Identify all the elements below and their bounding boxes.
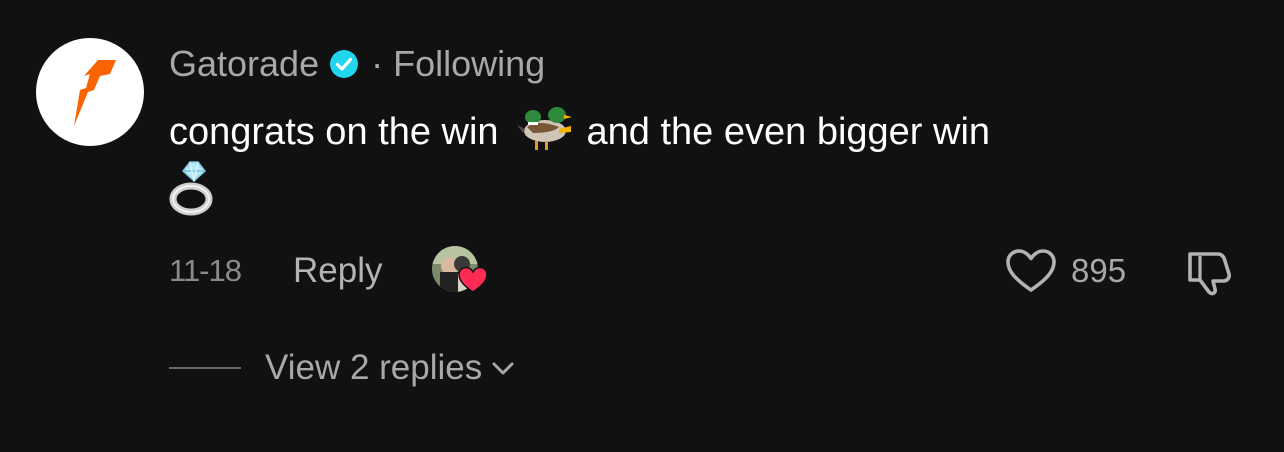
follow-status[interactable]: Following [393,43,545,85]
comment-text-part1: congrats on the win [169,110,499,153]
comment-date: 11-18 [169,253,242,288]
comment-header: Gatorade · Following [169,40,545,88]
view-replies-label: View 2 replies [265,348,483,387]
creator-liked-indicator[interactable] [432,246,490,296]
verified-badge-icon [329,49,359,79]
ring-emoji [169,159,217,227]
header-separator: · [371,43,384,84]
author-avatar[interactable] [36,38,144,146]
gatorade-bolt-logo [74,60,116,126]
like-count: 895 [1071,252,1127,289]
comment-text-line-1: congrats on the win and the even bigger … [169,103,990,161]
replies-divider [169,367,241,369]
comment-text-line-2 [169,160,217,226]
heart-outline-icon [1005,248,1057,294]
creator-liked-heart-icon [458,266,489,294]
chevron-down-icon [490,355,516,381]
comment-item: Gatorade · Following congrats on the win [0,0,1284,452]
thumbs-down-icon [1184,248,1238,296]
view-replies-button[interactable]: View 2 replies [169,345,516,391]
comment-text-part2: and the even bigger win [586,110,991,153]
reply-button[interactable]: Reply [293,251,382,291]
comment-meta-row: 11-18 Reply [169,246,490,296]
dislike-button[interactable] [1184,248,1238,296]
duck-emoji [515,101,573,163]
like-button[interactable]: 895 [1005,246,1126,296]
author-username[interactable]: Gatorade [169,43,319,85]
